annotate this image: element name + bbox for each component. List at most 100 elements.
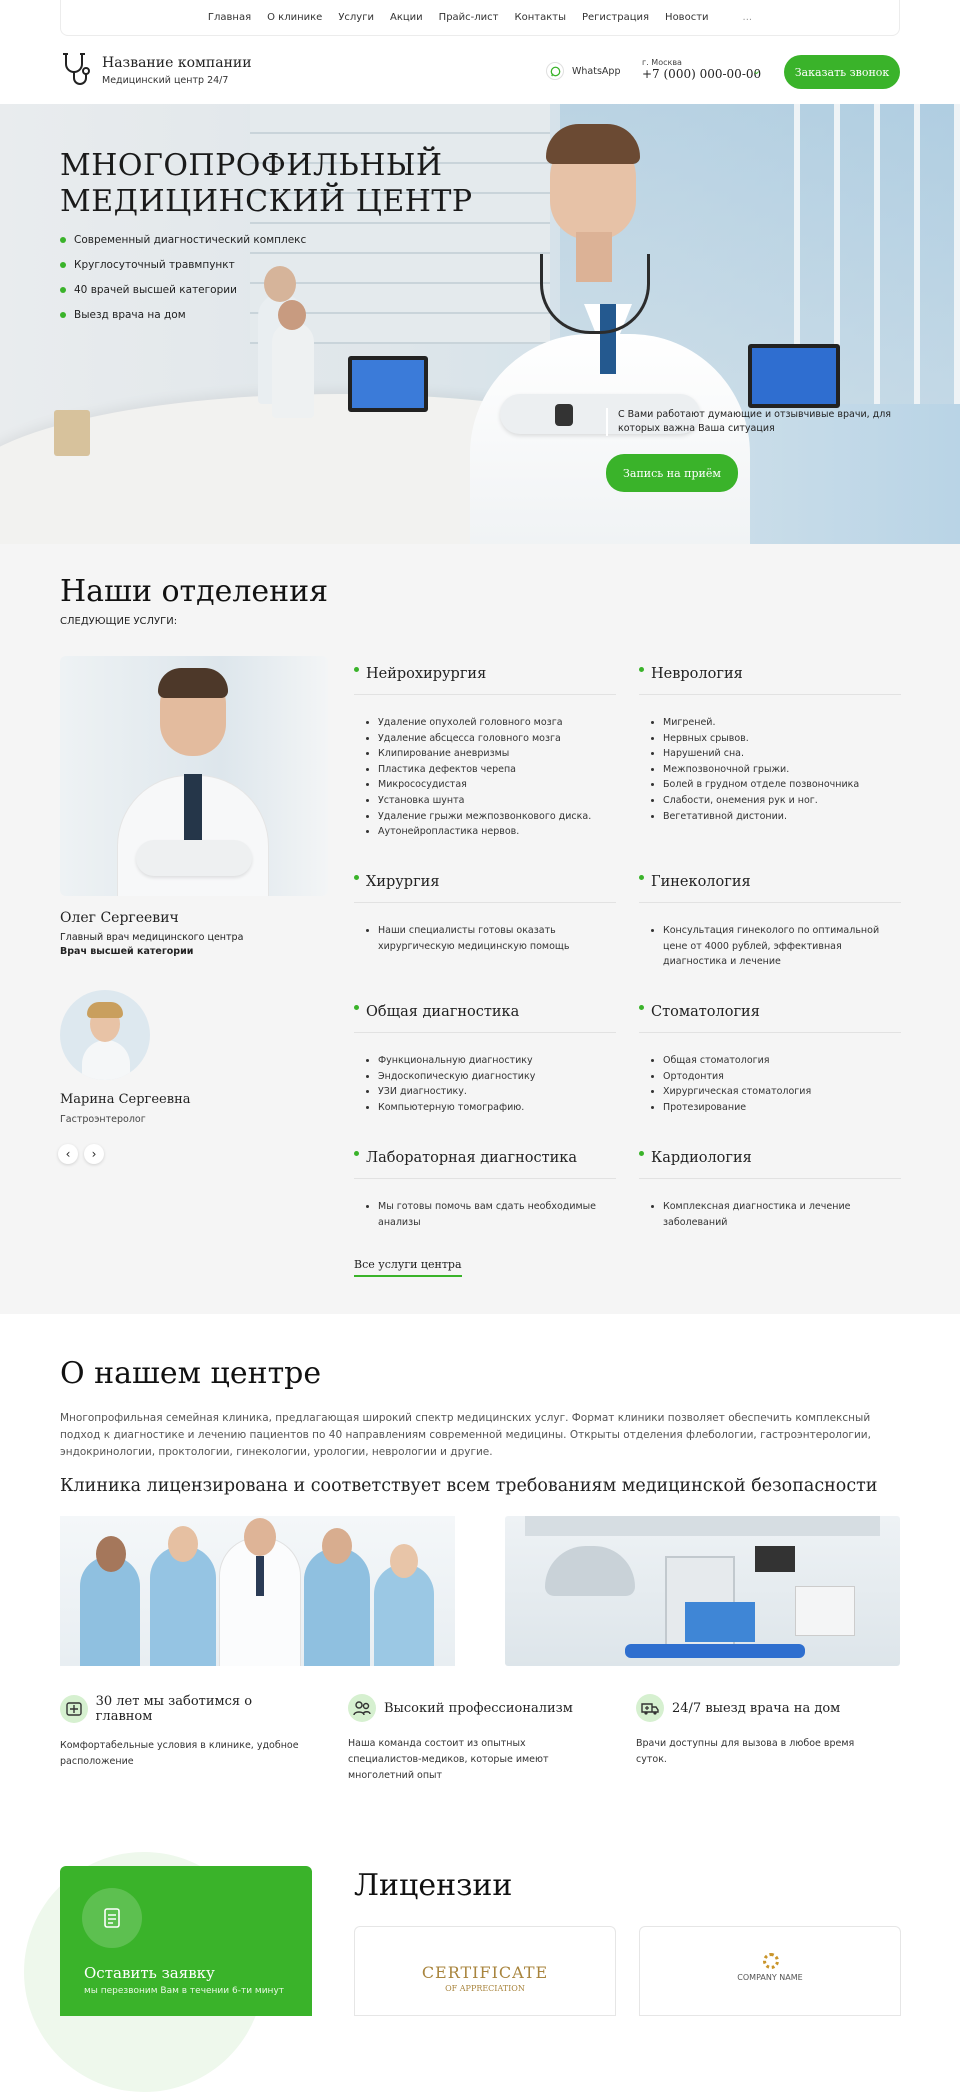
nav-item-home[interactable]: Главная [208, 12, 251, 23]
team-photo [60, 1516, 455, 1666]
list-item: Болей в грудном отделе позвоночника [663, 777, 901, 793]
company-tagline: Медицинский центр 24/7 [102, 74, 229, 86]
list-item: Удаление грыжи межпозвонкового диска. [378, 809, 616, 825]
list-item: Мы готовы помочь вам сдать необходимые а… [378, 1199, 616, 1230]
list-item: Общая стоматология [663, 1053, 901, 1069]
hero-monitor [348, 356, 428, 412]
request-form-icon [82, 1888, 142, 1948]
all-services-link[interactable]: Все услуги центра [354, 1258, 462, 1277]
about-text: Многопрофильная семейная клиника, предла… [60, 1412, 871, 1458]
list-item: Клипирование аневризмы [378, 746, 616, 762]
hero-bullet: Круглосуточный травмпункт [60, 259, 306, 271]
list-item: Наши специалисты готовы оказать хирургич… [378, 923, 616, 954]
list-item: Мигреней. [663, 715, 901, 731]
department-card[interactable]: Стоматология Общая стоматология Ортодонт… [639, 1004, 901, 1115]
whatsapp-link[interactable]: WhatsApp [546, 62, 620, 80]
company-logo-icon [763, 1953, 779, 1969]
bullet-dot-icon [60, 237, 66, 243]
list-item: Протезирование [663, 1100, 901, 1116]
doctor-avatar[interactable] [60, 990, 150, 1080]
list-item: Нарушений сна. [663, 746, 901, 762]
ambulance-icon [636, 1694, 664, 1722]
nav-item-registration[interactable]: Регистрация [582, 12, 649, 23]
top-nav: Главная О клинике Услуги Акции Прайс-лис… [60, 0, 900, 36]
doctor-role: Главный врач медицинского центра [60, 932, 244, 943]
department-list: Удаление опухолей головного мозга Удален… [378, 715, 616, 840]
request-card[interactable]: Оставить заявку мы перезвоним Вам в тече… [60, 1866, 312, 2016]
hero-bullet-list: Современный диагностический комплекс Кру… [60, 234, 306, 334]
license-card[interactable]: CERTIFICATE OF APPRECIATION [354, 1926, 616, 2016]
nav-item-news[interactable]: Новости [665, 12, 708, 23]
department-list: Функциональную диагностику Эндоскопическ… [378, 1053, 616, 1115]
feature-title: Высокий профессионализм [384, 1700, 573, 1716]
logo[interactable]: Название компании Медицинский центр 24/7 [60, 52, 252, 88]
department-title[interactable]: Неврология [639, 666, 901, 695]
list-item: Ортодонтия [663, 1069, 901, 1085]
feature-item: 30 лет мы заботимся о главном Комфортабе… [60, 1694, 310, 1770]
feature-item: Высокий профессионализм Наша команда сос… [348, 1694, 598, 1784]
nav-item-prices[interactable]: Прайс-лист [439, 12, 499, 23]
hero-bullet: Выезд врача на дом [60, 309, 306, 321]
request-title: Оставить заявку [84, 1964, 215, 1982]
department-title[interactable]: Кардиология [639, 1150, 901, 1179]
list-item: Аутонейропластика нервов. [378, 824, 616, 840]
list-item: Вегетативной дистонии. [663, 809, 901, 825]
department-list: Комплексная диагностика и лечение заболе… [663, 1199, 901, 1230]
doctors-team-icon [348, 1694, 376, 1722]
nav-item-services[interactable]: Услуги [338, 12, 374, 23]
chevron-left-icon: ‹ [65, 1147, 71, 1161]
slider-prev-button[interactable]: ‹ [58, 1144, 78, 1164]
list-item: Эндоскопическую диагностику [378, 1069, 616, 1085]
certificate-subtitle: OF APPRECIATION [445, 1984, 525, 1993]
company-name: Название компании [102, 54, 252, 71]
chevron-down-icon[interactable]: ⌄ [752, 64, 761, 77]
bullet-dot-icon [60, 312, 66, 318]
nav-item-contacts[interactable]: Контакты [515, 12, 566, 23]
hero-doctor-photo [546, 124, 640, 164]
hero-monitor [748, 344, 840, 408]
list-item: Удаление абсцесса головного мозга [378, 731, 616, 747]
department-card[interactable]: Кардиология Комплексная диагностика и ле… [639, 1150, 901, 1230]
department-card[interactable]: Неврология Мигреней. Нервных срывов. Нар… [639, 666, 901, 824]
departments-section: Наши отделения СЛЕДУЮЩИЕ УСЛУГИ: Олег Се… [0, 544, 960, 1314]
department-card[interactable]: Лабораторная диагностика Мы готовы помоч… [354, 1150, 616, 1230]
hero-pen-cup [54, 410, 90, 456]
department-title[interactable]: Стоматология [639, 1004, 901, 1033]
certificate-title: CERTIFICATE [421, 1963, 549, 1982]
feature-text: Наша команда состоит из опытных специали… [348, 1738, 549, 1781]
nav-item-promotions[interactable]: Акции [390, 12, 423, 23]
bullet-dot-icon [60, 262, 66, 268]
department-title[interactable]: Лабораторная диагностика [354, 1150, 616, 1179]
list-item: Хирургическая стоматология [663, 1084, 901, 1100]
department-card[interactable]: Гинекология Консультация гинеколого по о… [639, 874, 901, 970]
department-list: Консультация гинеколого по оптимальной ц… [663, 923, 901, 970]
department-card[interactable]: Общая диагностика Функциональную диагнос… [354, 1004, 616, 1115]
department-title[interactable]: Нейрохирургия [354, 666, 616, 695]
phone-number[interactable]: +7 (000) 000-00-00 [642, 67, 761, 81]
whatsapp-icon [546, 62, 564, 80]
phone-block[interactable]: г. Москва +7 (000) 000-00-00 [642, 58, 761, 81]
callback-button[interactable]: Заказать звонок [784, 55, 900, 89]
nav-more[interactable]: ... [743, 12, 753, 23]
list-item: УЗИ диагностику. [378, 1084, 616, 1100]
departments-title: Наши отделения [60, 574, 329, 609]
department-card[interactable]: Нейрохирургия Удаление опухолей головног… [354, 666, 616, 840]
list-item: Межпозвоночной грыжи. [663, 762, 901, 778]
hero-background-doctor [272, 322, 314, 418]
request-text: мы перезвоним Вам в течении 6-ти минут [84, 1986, 285, 1996]
nav-item-about[interactable]: О клинике [267, 12, 322, 23]
feature-text: Врачи доступны для вызова в любое время … [636, 1738, 855, 1765]
department-title[interactable]: Гинекология [639, 874, 901, 903]
hero-note: С Вами работают думающие и отзывчивые вр… [606, 408, 892, 436]
license-card[interactable]: COMPANY NAME [639, 1926, 901, 2016]
doctor-photo [60, 656, 328, 896]
about-title: О нашем центре [60, 1356, 322, 1391]
department-card[interactable]: Хирургия Наши специалисты готовы оказать… [354, 874, 616, 954]
slider-next-button[interactable]: › [84, 1144, 104, 1164]
appointment-button[interactable]: Запись на приём [606, 454, 738, 492]
department-title[interactable]: Хирургия [354, 874, 616, 903]
department-title[interactable]: Общая диагностика [354, 1004, 616, 1033]
feature-title: 30 лет мы заботимся о главном [95, 1694, 253, 1724]
hero-title: МНОГОПРОФИЛЬНЫЙ МЕДИЦИНСКИЙ ЦЕНТР [60, 148, 473, 219]
whatsapp-label: WhatsApp [572, 65, 621, 77]
